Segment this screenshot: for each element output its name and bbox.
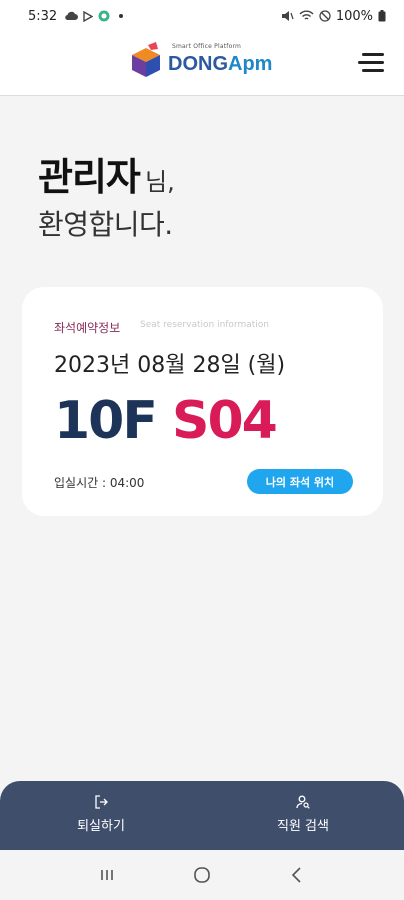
seat-number: S04 <box>172 391 278 451</box>
do-not-disturb-icon <box>319 10 331 22</box>
app-header: Smart Office Platform DONGApm <box>0 32 404 96</box>
battery-icon <box>378 10 386 22</box>
app-notification-icon <box>98 10 110 22</box>
checkout-label: 퇴실하기 <box>77 819 125 834</box>
status-bar: 5:32 100% <box>0 0 404 32</box>
exit-icon <box>95 795 108 809</box>
home-icon[interactable] <box>192 865 212 885</box>
cube-logo-icon <box>132 42 160 77</box>
employee-search-label: 직원 검색 <box>277 819 329 834</box>
wifi-icon <box>299 10 314 20</box>
logo-wordmark: DONGApm <box>168 52 273 75</box>
status-time: 5:32 <box>28 8 58 24</box>
welcome-text: 환영합니다. <box>38 208 173 241</box>
card-subtitle: Seat reservation information <box>140 320 270 330</box>
back-icon[interactable] <box>287 865 307 885</box>
notification-dot-icon <box>119 14 124 18</box>
seat-reservation-card: 좌석예약정보 Seat reservation information 2023… <box>22 287 383 516</box>
user-name: 관리자 <box>38 155 141 199</box>
battery-percent: 100% <box>335 8 373 24</box>
card-title: 좌석예약정보 <box>54 321 121 335</box>
seat-location: 10F S04 <box>54 391 278 451</box>
recent-apps-icon[interactable] <box>97 865 117 885</box>
person-search-icon <box>296 795 310 809</box>
reservation-date: 2023년 08월 28일 (월) <box>54 353 286 378</box>
my-seat-location-button[interactable]: 나의 좌석 위치 <box>247 469 353 494</box>
bottom-nav: 퇴실하기 직원 검색 <box>0 781 404 850</box>
logo-tagline: Smart Office Platform <box>172 42 242 50</box>
play-icon <box>83 10 94 22</box>
floor-label: 10F <box>54 391 158 451</box>
entry-time: 입실시간 : 04:00 <box>54 476 145 490</box>
greeting: 관리자 님, 환영합니다. <box>38 146 175 243</box>
system-nav-bar <box>0 850 404 900</box>
mute-icon <box>281 11 294 21</box>
honorific: 님, <box>144 168 175 196</box>
employee-search-button[interactable]: 직원 검색 <box>202 781 404 850</box>
dongapm-logo[interactable]: Smart Office Platform DONGApm <box>130 42 272 78</box>
cloud-icon <box>65 11 79 21</box>
hamburger-menu-icon[interactable] <box>358 52 384 74</box>
checkout-button[interactable]: 퇴실하기 <box>0 781 202 850</box>
